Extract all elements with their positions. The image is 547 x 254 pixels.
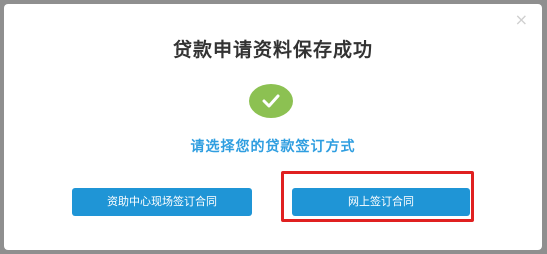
onsite-sign-contract-button[interactable]: 资助中心现场签订合同 <box>72 188 252 216</box>
close-icon[interactable]: × <box>515 10 528 30</box>
success-check-badge <box>249 84 293 118</box>
signing-method-prompt: 请选择您的贷款签订方式 <box>190 139 356 155</box>
annotation-highlight-box <box>281 171 474 222</box>
check-icon <box>262 94 280 108</box>
dialog-title: 贷款申请资料保存成功 <box>172 39 373 61</box>
